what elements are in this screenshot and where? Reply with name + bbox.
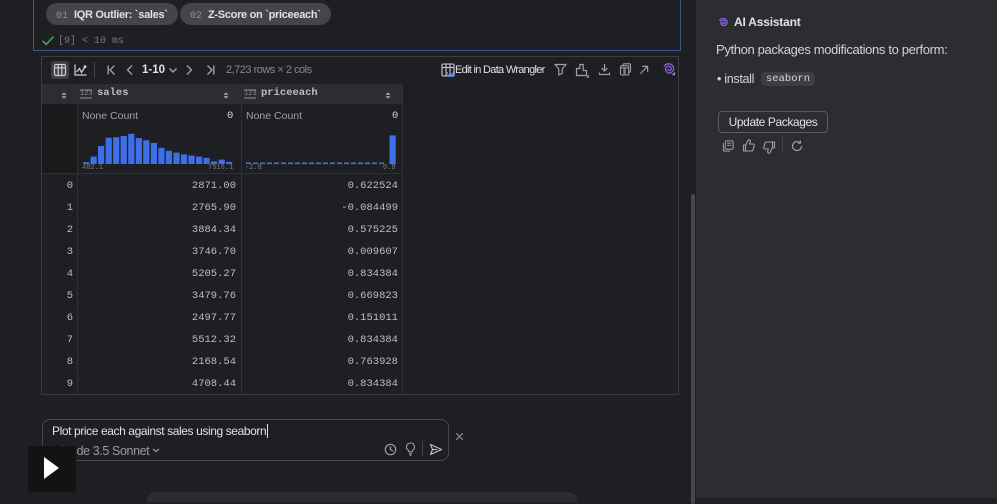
svg-text:W: W <box>447 70 455 77</box>
